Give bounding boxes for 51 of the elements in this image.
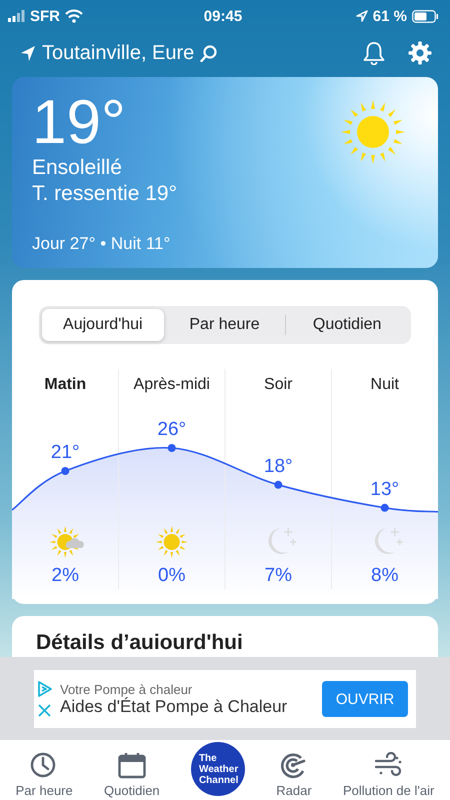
temperature-label: 21° bbox=[50, 442, 80, 463]
wifi-icon bbox=[65, 9, 83, 23]
temperature-label: 13° bbox=[370, 478, 400, 500]
precipitation-chance: 7% bbox=[264, 565, 292, 586]
wind-icon bbox=[374, 752, 403, 779]
precipitation-chance: 0% bbox=[158, 565, 186, 586]
location-arrow-icon bbox=[20, 44, 36, 62]
forecast-tab[interactable]: Par heure bbox=[164, 309, 286, 341]
period-label[interactable]: Soir bbox=[264, 376, 292, 393]
weather-channel-logo[interactable]: The Weather Channel bbox=[190, 742, 245, 796]
sun-icon bbox=[156, 526, 188, 558]
tab-bar-item[interactable]: Par heure bbox=[16, 752, 73, 798]
calendar-icon bbox=[118, 752, 146, 779]
temperature-label: 26° bbox=[157, 419, 186, 440]
temperature-label: 18° bbox=[264, 456, 293, 477]
carrier-name: SFR bbox=[30, 8, 60, 24]
data-point bbox=[380, 504, 389, 512]
forecast-tab[interactable]: Quotidien bbox=[286, 309, 408, 341]
location-arrow-icon bbox=[356, 10, 368, 22]
data-point bbox=[61, 467, 70, 475]
tab-bar-item[interactable]: Quotidien bbox=[104, 752, 160, 798]
clock-time: 09:45 bbox=[202, 8, 244, 24]
ad-title: Aides d'État Pompe à Chaleur bbox=[60, 696, 288, 716]
moon-stars-icon bbox=[268, 527, 297, 554]
settings-icon[interactable] bbox=[408, 41, 432, 65]
data-point bbox=[168, 444, 176, 452]
precipitation-chance: 8% bbox=[371, 565, 398, 586]
signal-icon bbox=[8, 10, 25, 22]
feels-like-temperature: T. ressentie 19° bbox=[32, 181, 177, 207]
current-temperature: 19° bbox=[32, 91, 126, 155]
moon-stars-icon bbox=[374, 527, 404, 554]
sun-cloud-icon bbox=[49, 526, 84, 558]
period-label[interactable]: Après-midi bbox=[134, 376, 210, 393]
tab-bar-item[interactable]: Radar bbox=[276, 752, 312, 798]
location-name[interactable]: Toutainville, Eure bbox=[42, 42, 194, 64]
battery-icon bbox=[412, 10, 438, 22]
search-icon[interactable] bbox=[200, 44, 218, 62]
close-icon[interactable] bbox=[37, 702, 52, 718]
forecast-tab[interactable]: Aujourd'hui bbox=[42, 309, 164, 341]
precipitation-chance: 2% bbox=[52, 565, 79, 586]
ad-choices-icon[interactable] bbox=[37, 680, 52, 696]
battery-percentage: 61 % bbox=[372, 8, 407, 24]
radar-icon bbox=[280, 752, 308, 779]
weather-condition: Ensoleillé bbox=[32, 155, 122, 181]
data-point bbox=[274, 480, 282, 489]
period-label[interactable]: Matin bbox=[44, 376, 86, 393]
tab-bar-item[interactable]: Pollution de l'air bbox=[342, 752, 434, 798]
day-night-temperatures: Jour 27° • Nuit 11° bbox=[32, 234, 170, 254]
ad-subtitle: Votre Pompe à chaleur bbox=[60, 682, 194, 696]
period-label[interactable]: Nuit bbox=[370, 376, 399, 393]
notification-bell-icon[interactable] bbox=[362, 41, 386, 65]
